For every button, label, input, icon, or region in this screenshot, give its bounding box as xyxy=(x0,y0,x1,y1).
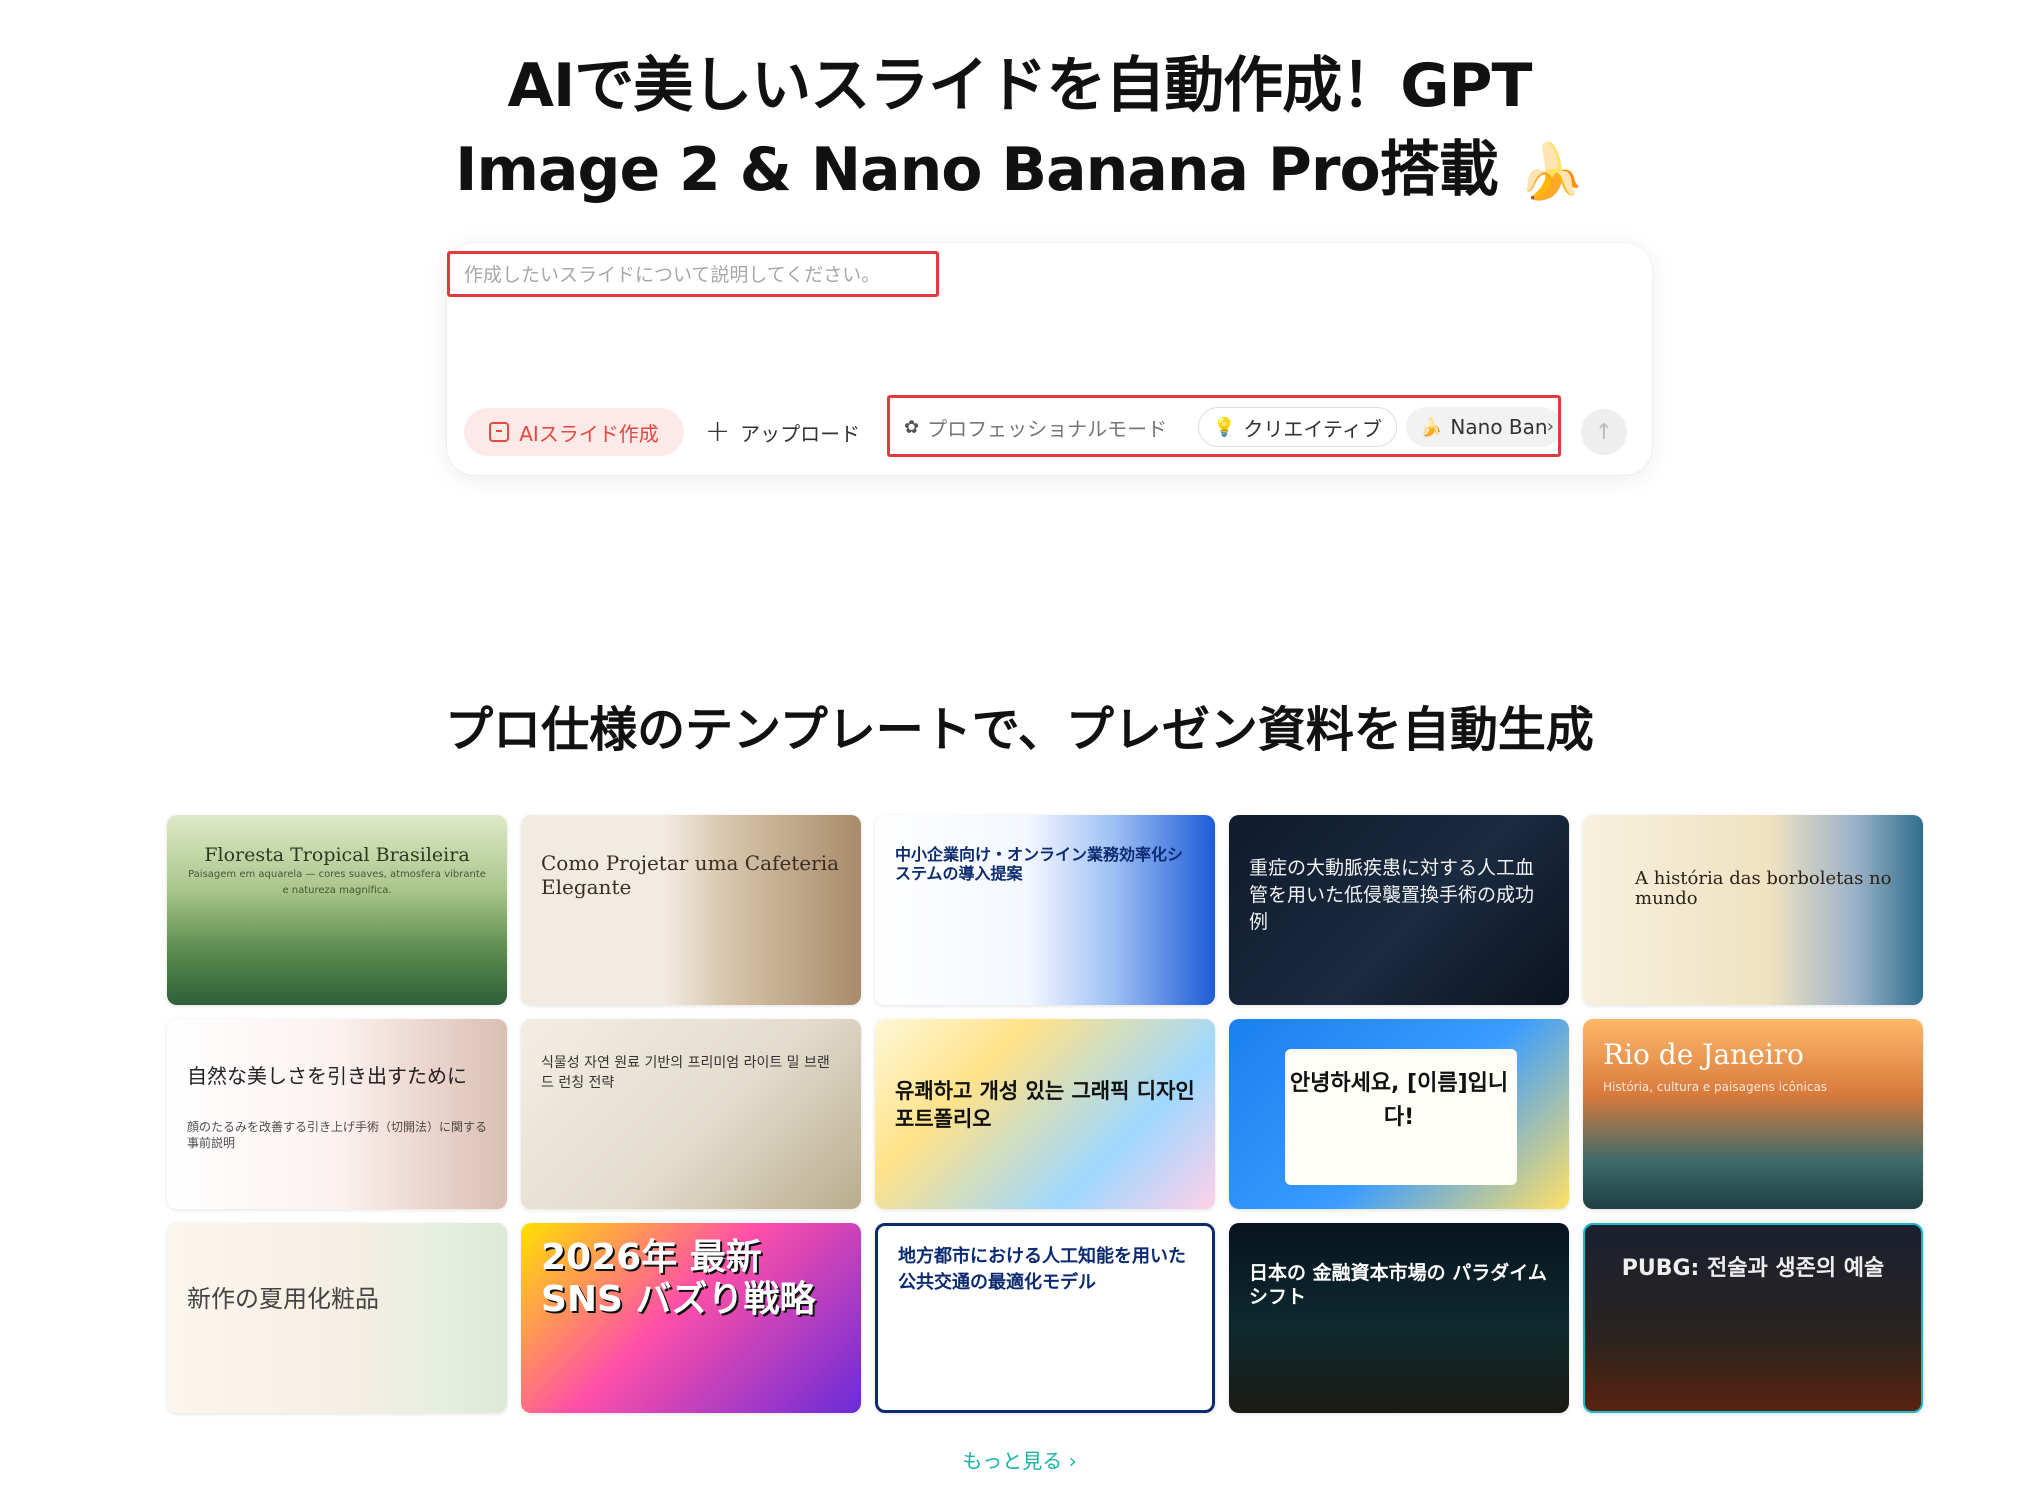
template-card-title: 地方都市における人工知能を用いた公共交通の最適化モデル xyxy=(898,1246,1186,1293)
prompt-input[interactable] xyxy=(464,260,924,290)
options-highlight-box: ✿ プロフェッショナルモード 💡 クリエイティブ 🍌 Nano Ban › xyxy=(887,395,1561,457)
creative-mode-label: クリエイティブ xyxy=(1243,416,1382,441)
template-card-title: 中小企業向け・オンライン業務効率化システムの導入提案 xyxy=(895,845,1184,883)
template-card-title: 2026年 最新SNS バズり戦略 xyxy=(541,1237,816,1320)
nano-banana-label: Nano Ban xyxy=(1450,415,1548,439)
template-card[interactable]: 新作の夏用化粧品 xyxy=(167,1223,507,1413)
sparkle-icon: ✿ xyxy=(904,416,920,438)
ai-slide-create-label: AIスライド作成 xyxy=(519,421,659,446)
template-card-title: A história das borboletas no mundo xyxy=(1635,868,1892,909)
template-card[interactable]: 地方都市における人工知能を用いた公共交通の最適化モデル xyxy=(875,1223,1215,1413)
prompt-highlight-box xyxy=(447,251,939,297)
template-card[interactable]: PUBG: 전술과 생존의 예술 xyxy=(1583,1223,1923,1413)
template-card-subtitle: 顔のたるみを改善する引き上げ手術（切開法）に関する事前説明 xyxy=(187,1120,488,1150)
template-card-title: Como Projetar uma Cafeteria Elegante xyxy=(541,851,840,899)
hero-title-line2-text: Image 2 & Nano Banana Pro搭載 xyxy=(455,135,1499,205)
prompt-composer: AIスライド作成 + アップロード ✿ プロフェッショナルモード 💡 クリエイテ… xyxy=(447,243,1652,475)
creative-mode-toggle[interactable]: 💡 クリエイティブ xyxy=(1198,407,1397,447)
send-button[interactable]: ↑ xyxy=(1581,409,1627,455)
template-card-title: Rio de Janeiro xyxy=(1603,1038,1804,1071)
template-card-title: 重症の大動脈疾患に対する人工血管を用いた低侵襲置換手術の成功例 xyxy=(1249,857,1535,933)
templates-section-title: プロ仕様のテンプレートで、プレゼン資料を自動生成 xyxy=(445,702,1594,758)
nano-banana-model-chip[interactable]: 🍌 Nano Ban xyxy=(1406,407,1558,447)
hero-title-line1: AIで美しいスライドを自動作成！GPT xyxy=(507,51,1533,121)
template-card[interactable]: A história das borboletas no mundo xyxy=(1583,815,1923,1005)
template-card-title: 新作の夏用化粧品 xyxy=(187,1285,379,1313)
template-card[interactable]: 重症の大動脈疾患に対する人工血管を用いた低侵襲置換手術の成功例 xyxy=(1229,815,1569,1005)
template-card[interactable]: Floresta Tropical Brasileira Paisagem em … xyxy=(167,815,507,1005)
plus-icon: + xyxy=(705,414,731,449)
upload-label: アップロード xyxy=(740,421,861,446)
template-card-title: PUBG: 전술과 생존의 예술 xyxy=(1621,1256,1885,1281)
template-grid: Floresta Tropical Brasileira Paisagem em … xyxy=(167,815,1923,1413)
template-card[interactable]: 自然な美しさを引き出すために顔のたるみを改善する引き上げ手術（切開法）に関する事… xyxy=(167,1019,507,1209)
lightbulb-icon: 💡 xyxy=(1213,416,1236,438)
professional-mode-toggle[interactable]: ✿ プロフェッショナルモード xyxy=(890,407,1181,447)
template-card[interactable]: 식물성 자연 원료 기반의 프리미엄 라이트 밀 브랜드 런칭 전략 xyxy=(521,1019,861,1209)
template-card[interactable]: Como Projetar uma Cafeteria Elegante xyxy=(521,815,861,1005)
template-card-title: 自然な美しさを引き出すために xyxy=(187,1064,467,1088)
template-card[interactable]: Rio de Janeiro História, cultura e paisag… xyxy=(1583,1019,1923,1209)
hero-title-line2: Image 2 & Nano Banana Pro搭載 🍌 xyxy=(0,128,2039,214)
chevron-right-icon[interactable]: › xyxy=(1547,416,1554,437)
professional-mode-label: プロフェッショナルモード xyxy=(927,416,1168,441)
see-more-link[interactable]: もっと見る › xyxy=(0,1445,2039,1474)
template-card[interactable]: 유쾌하고 개성 있는 그래픽 디자인 포트폴리오 xyxy=(875,1019,1215,1209)
template-card[interactable]: 日本の 金融資本市場の パラダイムシフト xyxy=(1229,1223,1569,1413)
arrow-up-icon: ↑ xyxy=(1594,419,1614,445)
ai-slide-create-button[interactable]: AIスライド作成 xyxy=(464,408,684,456)
banana-icon: 🍌 xyxy=(1517,140,1585,203)
hero-title: AIで美しいスライドを自動作成！GPT Image 2 & Nano Banan… xyxy=(0,44,2039,214)
template-card[interactable]: 2026年 最新SNS バズり戦略 xyxy=(521,1223,861,1413)
template-card-title: 日本の 金融資本市場の パラダイムシフト xyxy=(1249,1262,1547,1308)
slide-icon xyxy=(489,422,510,442)
template-card[interactable]: 안녕하세요, [이름]입니다! xyxy=(1229,1019,1569,1209)
template-card[interactable]: 中小企業向け・オンライン業務効率化システムの導入提案 xyxy=(875,815,1215,1005)
template-card-subtitle: Paisagem em aquarela — cores suaves, atm… xyxy=(188,869,486,896)
template-card-title: 식물성 자연 원료 기반의 프리미엄 라이트 밀 브랜드 런칭 전략 xyxy=(541,1055,830,1091)
template-card-title: 안녕하세요, [이름]입니다! xyxy=(1289,1071,1509,1130)
banana-icon: 🍌 xyxy=(1420,416,1443,438)
template-card-subtitle: História, cultura e paisagens icônicas xyxy=(1603,1080,1828,1094)
template-card-title: Floresta Tropical Brasileira xyxy=(204,844,470,866)
template-card-title: 유쾌하고 개성 있는 그래픽 디자인 포트폴리오 xyxy=(895,1079,1195,1131)
upload-button[interactable]: + アップロード xyxy=(705,408,860,456)
